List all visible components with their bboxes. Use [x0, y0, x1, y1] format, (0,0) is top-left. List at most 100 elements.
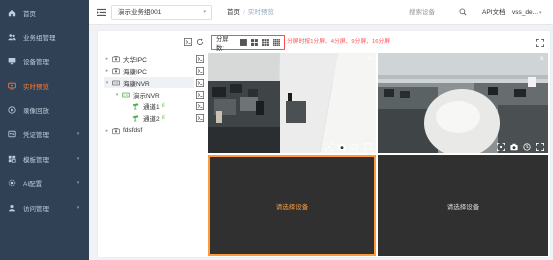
business-group-value: 演示业务组001	[118, 9, 162, 16]
tree-node[interactable]: ▸ 大华IPC	[104, 53, 147, 64]
close-video-button[interactable]: ×	[539, 54, 544, 63]
tree-node[interactable]: ▾ 演示NVR	[114, 89, 160, 100]
access-icon	[8, 204, 16, 212]
split-1-icon[interactable]	[240, 39, 248, 46]
sidebar-item[interactable]: 录像回放	[0, 99, 89, 121]
ai-icon	[8, 179, 16, 187]
tree-node[interactable]: ▾ 海康NVR	[104, 77, 194, 88]
sidebar-item-label: 录像回放	[23, 108, 49, 115]
video-cell-4[interactable]: 请选择设备	[378, 155, 548, 256]
sidebar-item[interactable]: 首页	[0, 2, 89, 24]
select-device-placeholder: 请选择设备	[446, 203, 480, 211]
play-to-window-icon[interactable]	[196, 101, 204, 110]
sidebar-item[interactable]: 实时预览	[0, 75, 89, 97]
chevron-down-icon: ▾	[203, 9, 206, 15]
play-to-window-icon[interactable]	[196, 113, 204, 122]
tree-toggle-icon[interactable]: ▾	[104, 80, 110, 86]
record-icon[interactable]	[351, 143, 359, 151]
sidebar-item[interactable]: AI配置 ▾	[0, 172, 89, 194]
tree-node-label: 大华IPC	[123, 56, 147, 64]
hamburger-icon[interactable]	[97, 8, 106, 17]
sidebar-item-label: 模板管理	[23, 157, 49, 164]
preview-panel: ▸ 大华IPC ▸ 海康IPC ▾ 海康NVR ▾ 演示NVR 通道1 ıl 通道2 ıl ▸ fdsfd…	[98, 31, 550, 257]
video-cell-3[interactable]: 请选择设备	[208, 155, 376, 256]
tree-node[interactable]: 通道2 ıl	[124, 112, 165, 123]
sidebar-item[interactable]: 业务组管理	[0, 26, 89, 48]
breadcrumb: 首页 / 实时预览	[227, 0, 274, 25]
signal-icon: ıl	[161, 114, 165, 121]
tree-node-label: 海康IPC	[123, 68, 147, 76]
nvr-channel-icon	[122, 91, 130, 99]
business-group-select[interactable]: 演示业务组001 ▾	[111, 5, 212, 20]
tree-node-label: 演示NVR	[133, 92, 160, 100]
play-to-window-icon[interactable]	[196, 66, 204, 75]
tree-node-label: fdsfdsf	[123, 127, 143, 134]
tree-node[interactable]: ▸ fdsfdsf	[104, 125, 142, 136]
tree-node[interactable]: 通道1 ıl	[124, 100, 165, 111]
tree-toggle-icon[interactable]: ▸	[104, 128, 110, 134]
split-9-icon[interactable]	[262, 39, 270, 46]
zoom-icon[interactable]	[325, 143, 333, 151]
app-root: 首页 业务组管理 设备管理 实时预览 录像回放 凭证管理 ▾ 模板管理 ▾ AI配置 ▾ 访问管理 ▾ …	[0, 0, 553, 260]
refresh-icon[interactable]	[196, 38, 204, 46]
sidebar-item[interactable]: 模板管理 ▾	[0, 148, 89, 170]
tree-toggle-icon[interactable]: ▸	[104, 56, 110, 62]
sidebar-item-label: 首页	[23, 11, 36, 18]
user-menu[interactable]: vss_de...▾	[512, 0, 542, 26]
play-to-window-icon[interactable]	[196, 78, 204, 87]
tree-node-label: 海康NVR	[123, 80, 150, 88]
tree-node-label: 通道2	[143, 115, 160, 123]
snapshot-icon[interactable]	[510, 143, 518, 151]
camera-folder-icon	[112, 127, 120, 135]
search-icon[interactable]	[459, 8, 467, 16]
home-icon	[8, 9, 16, 17]
sidebar-item[interactable]: 访问管理 ▾	[0, 197, 89, 219]
sidebar-item-label: 实时预览	[23, 84, 49, 91]
record-icon[interactable]	[523, 143, 531, 151]
breadcrumb-home[interactable]: 首页	[227, 9, 240, 16]
play-to-window-icon[interactable]	[196, 54, 204, 63]
api-docs-link[interactable]: API文档	[482, 0, 505, 25]
chevron-down-icon: ▾	[76, 131, 80, 137]
video-cell-1[interactable]: ×	[208, 53, 376, 153]
breadcrumb-separator: /	[243, 9, 245, 16]
collapse-tree-icon[interactable]	[184, 38, 192, 46]
zoom-icon[interactable]	[497, 143, 505, 151]
template-icon	[8, 155, 16, 163]
camera-icon	[132, 102, 140, 110]
sidebar: 首页 业务组管理 设备管理 实时预览 录像回放 凭证管理 ▾ 模板管理 ▾ AI配置 ▾ 访问管理 ▾	[0, 0, 89, 260]
video-grid: × × 请选择设备 请选择设备	[208, 53, 548, 256]
credential-icon	[8, 130, 16, 138]
close-video-button[interactable]: ×	[367, 54, 372, 63]
play-to-window-icon[interactable]	[196, 90, 204, 99]
sidebar-item-label: 访问管理	[23, 206, 49, 213]
playback-icon	[8, 106, 16, 114]
chevron-down-icon: ▾	[539, 10, 542, 16]
camera-icon	[132, 114, 140, 122]
split-label: 分屏数:	[216, 35, 229, 52]
tree-node-label: 通道1	[143, 103, 160, 111]
split-selector: 分屏数:	[211, 35, 285, 52]
split-4-icon[interactable]	[251, 39, 259, 46]
tree-toggle-icon[interactable]: ▾	[114, 92, 120, 98]
fullscreen-icon[interactable]	[363, 142, 373, 152]
camera-folder-icon	[112, 67, 120, 75]
fullscreen-icon[interactable]	[535, 142, 545, 152]
tree-toggle-icon[interactable]: ▸	[104, 68, 110, 74]
camera-folder-icon	[112, 55, 120, 63]
sidebar-item[interactable]: 设备管理	[0, 50, 89, 72]
device-search-input[interactable]: 搜索设备	[409, 0, 435, 25]
top-header: 演示业务组001 ▾ 首页 / 实时预览 搜索设备 API文档 vss_de...▾	[89, 0, 553, 25]
tree-node[interactable]: ▸ 海康IPC	[104, 65, 147, 76]
breadcrumb-current: 实时预览	[247, 9, 274, 16]
camera-feed-1	[208, 53, 376, 153]
video-controls	[325, 142, 373, 152]
monitor-icon	[8, 82, 16, 90]
fullscreen-icon[interactable]	[536, 39, 544, 47]
split-hint: 分屏时按1分屏、4分屏、9分屏、16分屏	[287, 39, 391, 45]
video-cell-2[interactable]: ×	[378, 53, 548, 153]
sidebar-item[interactable]: 凭证管理 ▾	[0, 123, 89, 145]
split-16-icon[interactable]	[273, 39, 280, 46]
chevron-down-icon: ▾	[76, 156, 80, 162]
snapshot-icon[interactable]	[338, 143, 346, 151]
